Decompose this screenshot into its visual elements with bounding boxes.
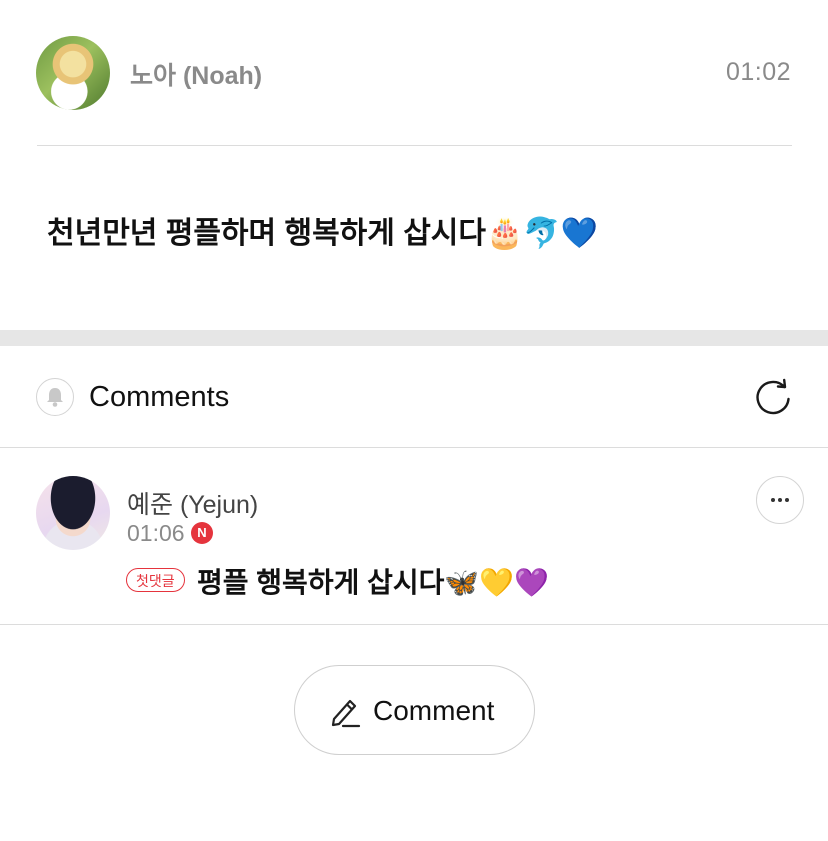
- comments-section-title: Comments: [89, 381, 230, 413]
- first-comment-tag: 첫댓글: [126, 568, 185, 592]
- bell-icon: [47, 388, 63, 407]
- comment-author-name[interactable]: 예준 (Yejun): [127, 485, 258, 521]
- refresh-icon: [756, 378, 790, 415]
- post-body-text: 천년만년 평플하며 행복하게 삽시다🎂🐬💙: [47, 217, 599, 250]
- comment-divider: [0, 624, 828, 625]
- post-author-avatar[interactable]: [36, 36, 110, 110]
- new-badge: N: [191, 522, 213, 544]
- comment-timestamp: 01:06: [127, 520, 185, 546]
- comment-more-button[interactable]: [756, 476, 804, 524]
- post-header-divider: [37, 145, 792, 146]
- notification-toggle-button[interactable]: [36, 378, 74, 416]
- section-separator: [0, 330, 828, 346]
- write-comment-button[interactable]: Comment: [294, 665, 535, 755]
- pencil-icon: [331, 699, 361, 728]
- comment-author-avatar[interactable]: [36, 476, 110, 550]
- post-author-name[interactable]: 노아 (Noah): [130, 56, 262, 92]
- refresh-comments-button[interactable]: [751, 375, 795, 419]
- comments-header-divider: [0, 447, 828, 448]
- post-timestamp: 01:02: [725, 58, 791, 86]
- comment-body-text: 평플 행복하게 삽시다🦋💛💜: [197, 567, 549, 598]
- write-comment-label: Comment: [373, 695, 495, 726]
